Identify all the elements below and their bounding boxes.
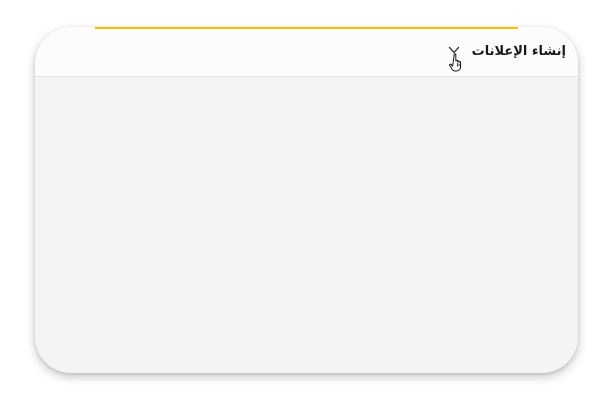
accent-line <box>95 27 518 29</box>
hand-pointer-icon <box>449 53 462 72</box>
panel-title: إنشاء الإعلانات <box>471 44 566 59</box>
create-ads-panel: إنشاء الإعلانات <box>35 27 578 373</box>
panel-header[interactable]: إنشاء الإعلانات <box>35 27 578 77</box>
panel-body <box>35 77 578 373</box>
